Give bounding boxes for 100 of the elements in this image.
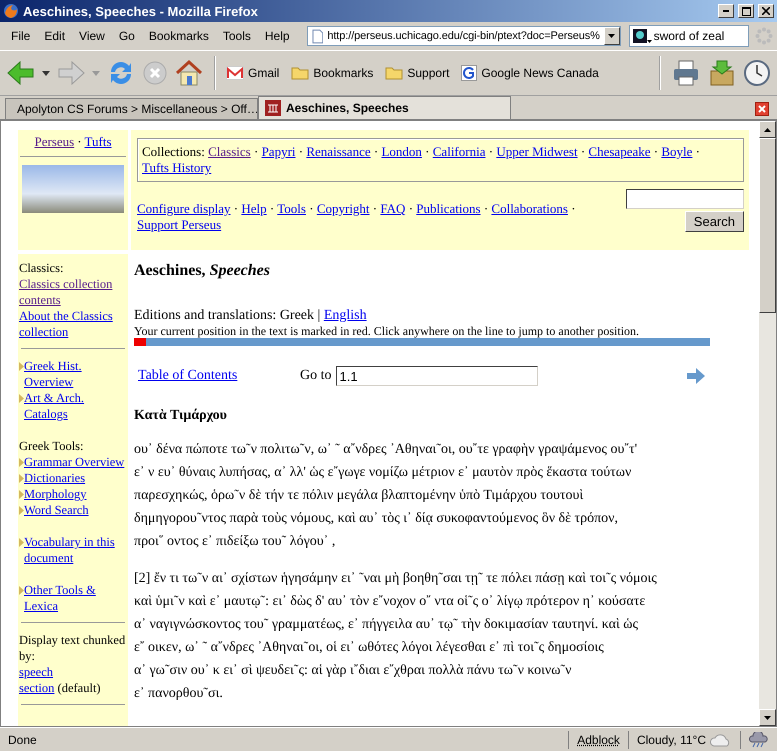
sidebar-link[interactable]: Dictionaries (24, 470, 86, 486)
separator-dot: · (234, 201, 238, 216)
separator-dot: · (254, 144, 258, 159)
nav-link[interactable]: Tools (277, 201, 306, 216)
browser-tab[interactable]: Aeschines, Speeches (258, 96, 511, 119)
collection-link[interactable]: Classics (208, 144, 251, 159)
goto-field[interactable]: 1.1 (336, 366, 538, 386)
scrollbar[interactable] (759, 121, 776, 726)
separator-dot: · (77, 134, 82, 150)
sidebar-note: (default) (58, 681, 101, 695)
site-link[interactable]: Perseus (34, 134, 74, 150)
nav-link[interactable]: Support Perseus (137, 217, 222, 232)
search-field[interactable]: sword of zeal (628, 25, 749, 47)
triangle-bullet-icon (19, 474, 24, 483)
sidebar-link[interactable]: Morphology (24, 486, 86, 502)
editions-label: Editions and translations: Greek | (134, 308, 320, 323)
collection-link[interactable]: London (381, 144, 422, 159)
temple-favicon-icon (265, 100, 281, 116)
nav-link[interactable]: Collaborations (491, 201, 568, 216)
separator-dot: · (488, 144, 494, 159)
down-arrow-icon (764, 716, 771, 720)
sidebar-link[interactable]: About the Classics collection (19, 308, 127, 340)
mail-icon (226, 66, 244, 80)
bookmark-link[interactable]: Bookmarks (291, 66, 374, 80)
browser-tab[interactable]: Apolyton CS Forums > Miscellaneous > Off… (5, 98, 258, 119)
storm-cloud-icon (749, 732, 769, 748)
minimize-icon (723, 10, 729, 12)
collection-link[interactable]: Upper Midwest (496, 144, 578, 159)
menu-item[interactable]: Tools (216, 29, 258, 43)
search-engine-icon[interactable] (632, 28, 652, 44)
contents-link[interactable]: Table of Contents (138, 368, 238, 383)
right-arrow-icon[interactable] (686, 368, 704, 384)
sidebar-link[interactable]: section (19, 681, 54, 695)
edition-link[interactable]: English (324, 308, 367, 323)
menu-item[interactable]: Edit (37, 29, 72, 43)
separator-dot: · (374, 144, 378, 159)
address-field[interactable]: http://perseus.uchicago.edu/cgi-bin/ptext?doc=Perseus% (306, 26, 621, 46)
separator-dot: · (654, 144, 658, 159)
bookmark-link[interactable]: Google News Canada (461, 65, 599, 81)
home-icon[interactable] (174, 58, 204, 88)
collection-link[interactable]: Boyle (661, 144, 692, 159)
collection-link[interactable]: Tufts History (142, 160, 212, 175)
triangle-bullet-icon (19, 458, 24, 467)
site-link[interactable]: Tufts (84, 134, 112, 150)
collection-link[interactable]: California (432, 144, 486, 159)
sidebar-link[interactable]: Other Tools & Lexica (24, 582, 127, 614)
bookmark-link[interactable]: Support (385, 66, 450, 80)
collection-link[interactable]: Renaissance (306, 144, 371, 159)
menu-item[interactable]: Help (258, 29, 297, 43)
folder-icon (291, 66, 310, 80)
sidebar-link[interactable]: Classics collection contents (19, 276, 127, 308)
section-heading: Κατὰ Τιμάρχου (134, 408, 228, 424)
nav-link[interactable]: FAQ (380, 201, 406, 216)
close-button[interactable] (758, 4, 774, 18)
menu-item[interactable]: Go (112, 29, 142, 43)
menu-item[interactable]: Bookmarks (142, 29, 216, 43)
sidebar-link[interactable]: Grammar Overview (24, 454, 124, 470)
window-title: Aeschines, Speeches - Mozilla Firefox (23, 4, 259, 18)
back-arrow-icon[interactable] (6, 58, 36, 88)
sidebar-link[interactable]: Vocabulary in this document (24, 534, 127, 566)
nav-link[interactable]: Publications (416, 201, 481, 216)
menu-item[interactable]: View (72, 29, 112, 43)
triangle-bullet-icon (19, 490, 24, 499)
separator-dot: · (484, 201, 488, 216)
sidebar-link[interactable]: speech (19, 664, 127, 680)
greek-paragraph: ου᾿ δένα πώποτε τω῀ν πολιτω῀ν, ω᾿ ῀ α῎νδρες ᾿Αθηναι῀οι, ου῎τε γραφὴν γραψάμενος ου῎τ' ε᾿ ν ευ᾿ θύναις λυπήσας, α᾿ λλ' ὡς ε῎γωγε νομίζω μέτριον ε᾿ μαυτὸν πρὸς ἕκαστα τούτων παρεσχηκώς, ὁρω῀ν δὲ τήν τε πόλιν μεγάλα βλαπτομένην ὑπὸ Τιμάρχου τουτουὶ δημηγορου῀ντος παρὰ τοὺς νόμους, καὶ αυ᾿ τὸς ι᾿ δίᾳ συκοφαντούμενος ὃν δὲ τρόπον, προι῞ οντος ε᾿ πιδείξω του῀ λόγου᾿ , (134, 441, 638, 551)
nav-link[interactable]: Help (241, 201, 267, 216)
folder-icon (385, 66, 404, 80)
adblock-label[interactable]: Adblock (577, 732, 620, 746)
sidebar-label: Display text chunked by: (19, 632, 126, 664)
caret-icon[interactable] (42, 70, 50, 76)
goto-label: Go to (300, 368, 332, 384)
site-search-field[interactable] (626, 189, 744, 209)
sidebar-link[interactable]: Art & Arch. Catalogs (24, 390, 127, 422)
sidebar-link[interactable]: Greek Hist. Overview (24, 358, 127, 390)
printer-icon[interactable] (671, 58, 701, 88)
separator-dot: · (372, 201, 378, 216)
caret-icon (608, 34, 616, 38)
close-tab-icon[interactable] (755, 102, 769, 116)
throbber-icon (755, 27, 773, 45)
collection-link[interactable]: Chesapeake (588, 144, 651, 159)
maximize-icon (742, 6, 750, 16)
bookmark-link[interactable]: Gmail (226, 66, 280, 80)
nav-link[interactable]: Copyright (316, 201, 370, 216)
search-button[interactable]: Search (684, 211, 744, 232)
menu-item[interactable]: File (4, 29, 38, 43)
maximize-button[interactable] (738, 4, 754, 18)
separator-dot: · (408, 201, 414, 216)
minimize-button[interactable] (718, 4, 734, 18)
separator-dot: · (309, 201, 314, 216)
clock-icon[interactable] (743, 59, 771, 87)
page-title: Aeschines, Speeches (134, 262, 271, 280)
nav-link[interactable]: Configure display (137, 201, 231, 216)
page-icon (312, 28, 324, 44)
weather-label: Cloudy, 11°C (636, 732, 706, 746)
sidebar-link[interactable]: Word Search (24, 502, 89, 518)
collection-link[interactable]: Papyri (262, 144, 296, 159)
greek-paragraph: [2] ἔν τι τω῀ν αι᾿ σχίστων ἡγησάμην ει᾿ ῀ναι μὴ βοηθη῀σαι τῃ῀ τε πόλει πάσῃ καὶ τοι῀ς νόμοις καὶ ὑμι῀ν καὶ ε᾿ μαυτῳ῀: ει᾿ δὼς δ' αυ᾿ τὸν ε῎νοχον ο῎ ντα οἱ῀ς ο᾿ λίγῳ πρότερον η᾿ κούσατε α᾿ ναγιγνώσκοντος του῀ γραμματέως, ε᾿ πήγγειλα αυ᾿ τῳ῀ τὴν δοκιμασίαν ταυτηνί. καὶ ὡς ε῎ οικεν, ω᾿ ῀ α῎νδρες ᾿Αθηναι῀οι, οἱ ει᾿ ωθότες λόγοι λέγεσθαι ε᾿ πὶ τοι῀ς δημοσίοις α᾿ γω῀σιν ου᾿ κ ει᾿ σὶ ψευδει῀ς: αἱ γὰρ ι῎διαι ε῎χθραι πολλὰ πάνυ τω῀ν κοινω῀ν ε᾿ πανορθου῀σι. (134, 570, 658, 703)
dropdown-button[interactable] (604, 27, 620, 45)
globe-fox-icon (3, 3, 19, 19)
